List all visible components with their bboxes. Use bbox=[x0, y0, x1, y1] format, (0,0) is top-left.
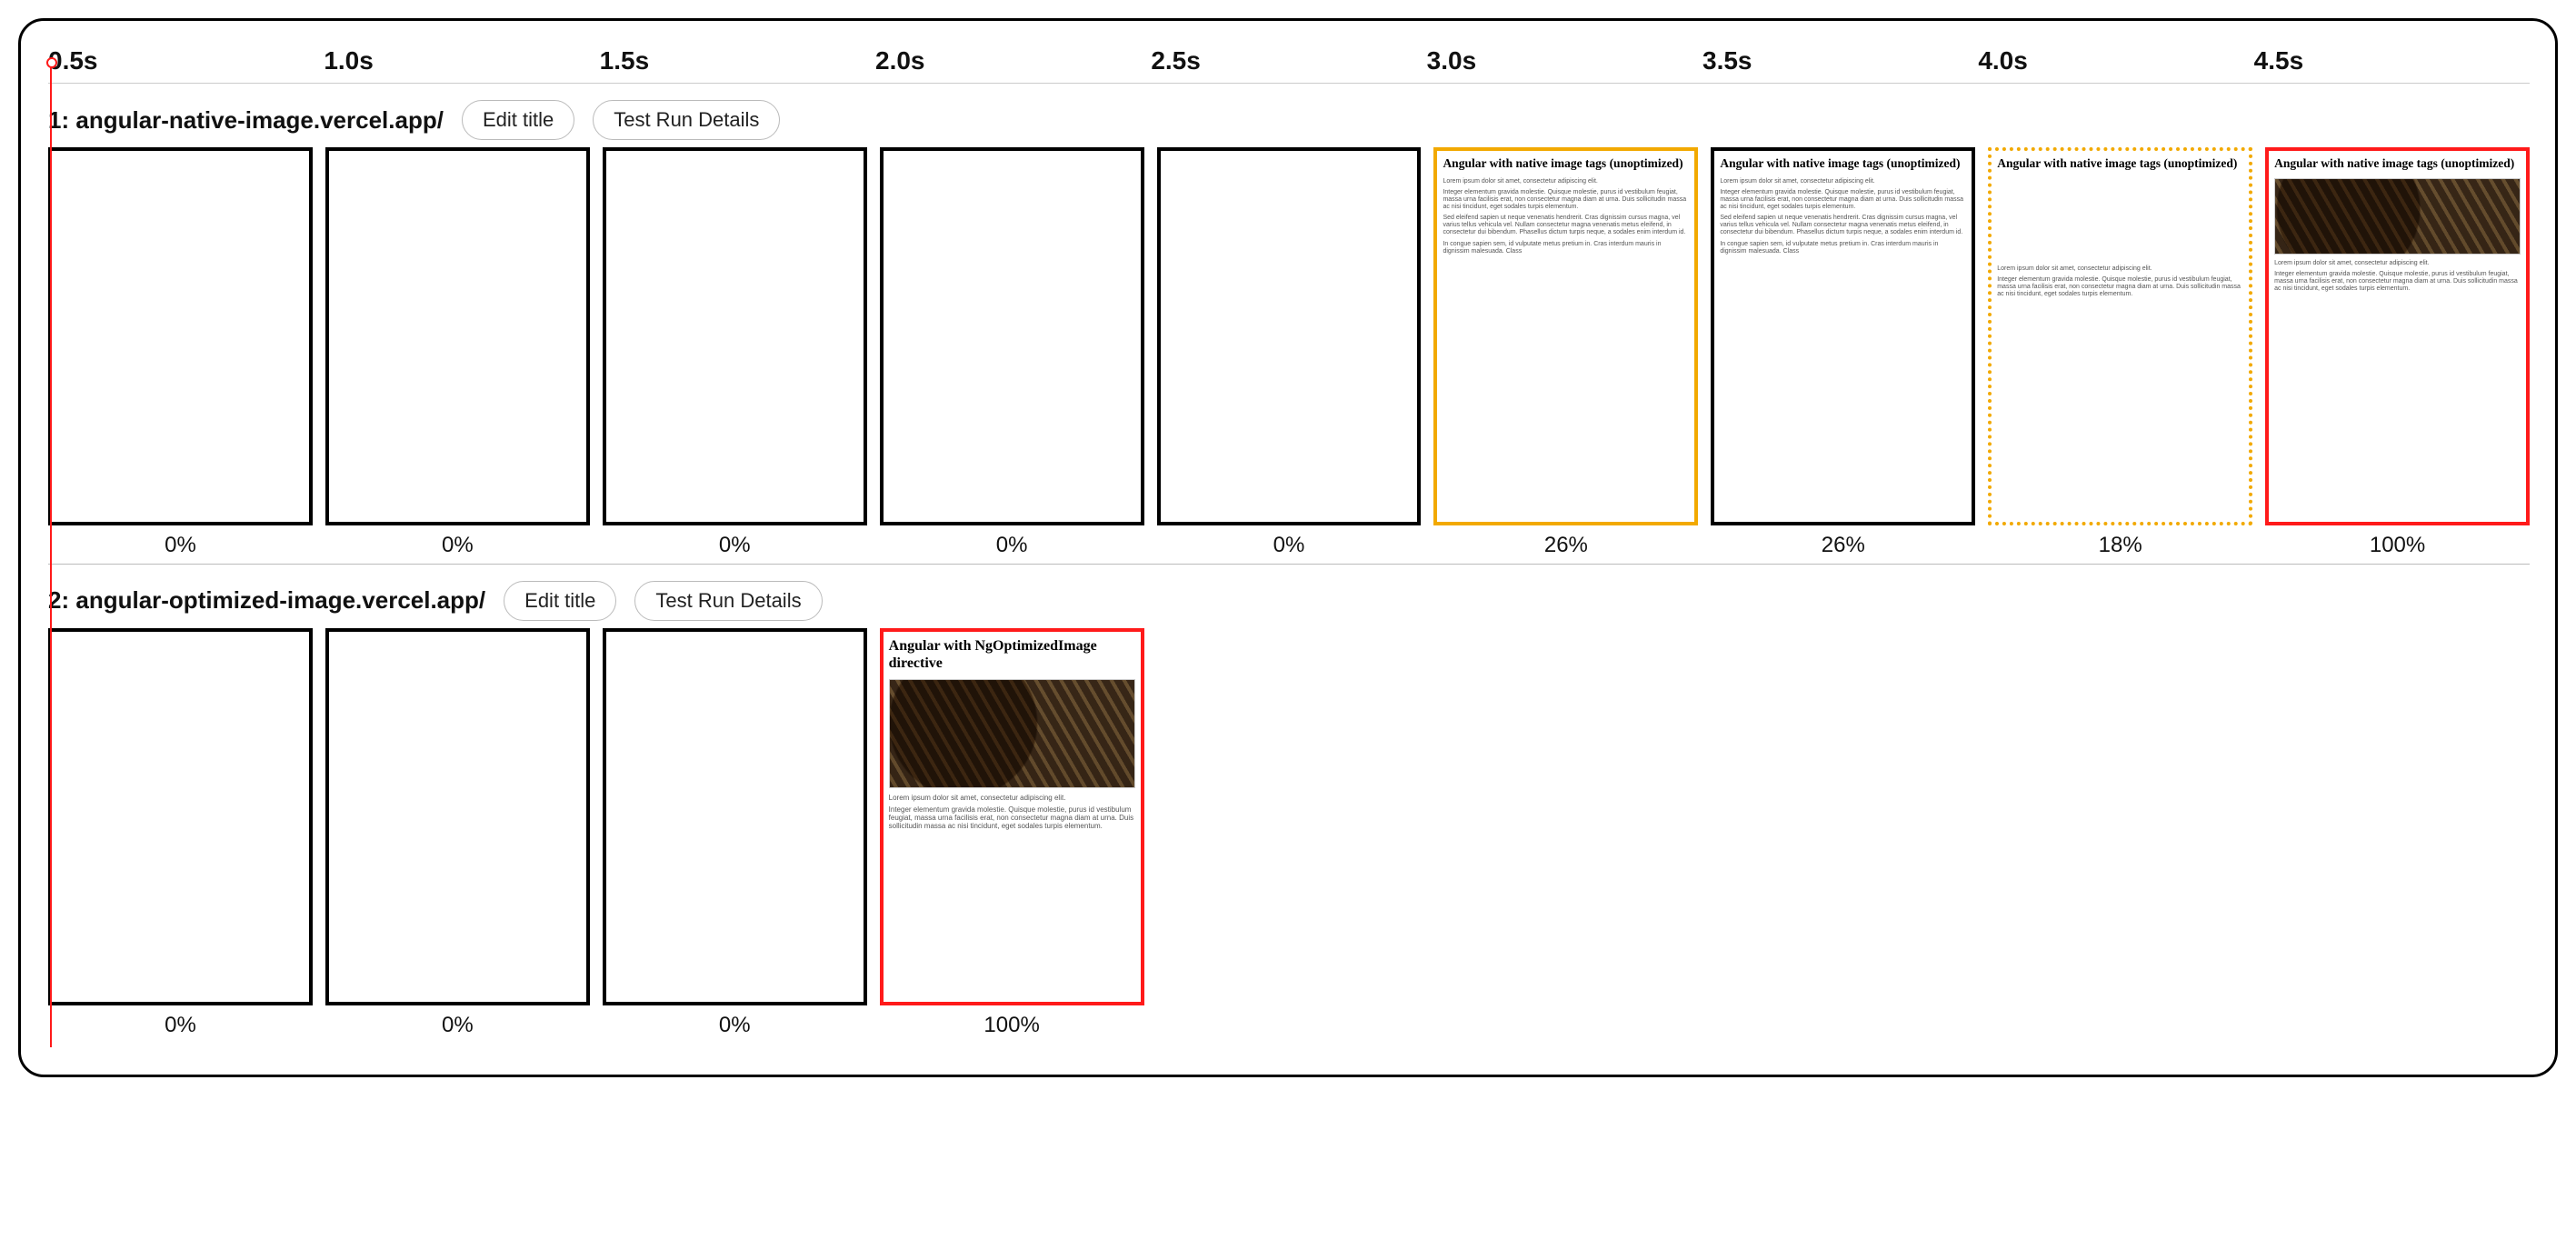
frame-thumbnail[interactable]: Angular with native image tags (unoptimi… bbox=[1988, 147, 2252, 525]
frames-row: 0% 0% 0% Angular with NgOptimizedImage d… bbox=[48, 628, 2530, 1039]
visual-progress: 26% bbox=[1822, 533, 1865, 558]
row-divider bbox=[48, 564, 2530, 565]
run-header: 2: angular-optimized-image.vercel.app/ E… bbox=[48, 581, 2530, 621]
playhead-line[interactable] bbox=[50, 63, 52, 1047]
timeline-tick: 2.0s bbox=[875, 46, 1151, 75]
run-url: angular-optimized-image.vercel.app/ bbox=[75, 586, 485, 614]
frame-cell: 0% bbox=[880, 147, 1144, 558]
visual-progress: 0% bbox=[719, 1013, 751, 1038]
visual-progress: 0% bbox=[1273, 533, 1305, 558]
frame-thumbnail[interactable] bbox=[1157, 147, 1422, 525]
timeline-tick: 2.5s bbox=[1151, 46, 1426, 75]
timeline-tick: 3.5s bbox=[1702, 46, 1978, 75]
frame-cell: Angular with native image tags (unoptimi… bbox=[1433, 147, 1698, 558]
timeline-tick: 3.0s bbox=[1427, 46, 1702, 75]
frame-thumbnail[interactable] bbox=[603, 628, 867, 1006]
frame-thumbnail[interactable]: Angular with native image tags (unoptimi… bbox=[1433, 147, 1698, 525]
frame-cell: 0% bbox=[48, 628, 313, 1039]
lorem-text: Integer elementum gravida molestie. Quis… bbox=[889, 805, 1135, 831]
playhead-handle[interactable] bbox=[46, 57, 57, 68]
run-block: 2: angular-optimized-image.vercel.app/ E… bbox=[48, 581, 2530, 1039]
lorem-text: Integer elementum gravida molestie. Quis… bbox=[1443, 189, 1689, 211]
timeline-tick: 1.5s bbox=[600, 46, 875, 75]
visual-progress: 0% bbox=[996, 533, 1028, 558]
cat-image bbox=[889, 679, 1135, 788]
lorem-text: Sed eleifend sapien ut neque venenatis h… bbox=[1720, 215, 1966, 236]
page-heading: Angular with native image tags (unoptimi… bbox=[1997, 156, 2243, 171]
frame-thumbnail[interactable]: Angular with native image tags (unoptimi… bbox=[2265, 147, 2530, 525]
lorem-text: Integer elementum gravida molestie. Quis… bbox=[2274, 271, 2521, 293]
frame-cell: 0% bbox=[325, 628, 590, 1039]
filmstrip-panel: 0.5s 1.0s 1.5s 2.0s 2.5s 3.0s 3.5s 4.0s … bbox=[18, 18, 2558, 1077]
run-title: 1: angular-native-image.vercel.app/ bbox=[48, 106, 444, 135]
run-header: 1: angular-native-image.vercel.app/ Edit… bbox=[48, 100, 2530, 140]
test-run-details-button[interactable]: Test Run Details bbox=[593, 100, 780, 140]
page-heading: Angular with native image tags (unoptimi… bbox=[2274, 156, 2521, 171]
visual-progress: 0% bbox=[442, 533, 474, 558]
frame-thumbnail[interactable] bbox=[880, 147, 1144, 525]
frame-cell: Angular with native image tags (unoptimi… bbox=[2265, 147, 2530, 558]
frame-cell: 0% bbox=[325, 147, 590, 558]
frame-cell: 0% bbox=[603, 147, 867, 558]
visual-progress: 0% bbox=[165, 533, 196, 558]
visual-progress: 18% bbox=[2099, 533, 2142, 558]
lorem-text: Lorem ipsum dolor sit amet, consectetur … bbox=[889, 794, 1135, 802]
lorem-text: In congue sapien sem, id vulputate metus… bbox=[1720, 241, 1966, 255]
lorem-text: Integer elementum gravida molestie. Quis… bbox=[1720, 189, 1966, 211]
frames-row: 0% 0% 0% 0% bbox=[48, 147, 2530, 558]
frame-cell: 0% bbox=[603, 628, 867, 1039]
visual-progress: 0% bbox=[442, 1013, 474, 1038]
lorem-text: Lorem ipsum dolor sit amet, consectetur … bbox=[2274, 260, 2521, 267]
lorem-text: In congue sapien sem, id vulputate metus… bbox=[1443, 241, 1689, 255]
lorem-text: Lorem ipsum dolor sit amet, consectetur … bbox=[1443, 178, 1689, 185]
frame-cell: Angular with native image tags (unoptimi… bbox=[1988, 147, 2252, 558]
timeline-tick: 4.5s bbox=[2254, 46, 2530, 75]
lorem-text: Integer elementum gravida molestie. Quis… bbox=[1997, 276, 2243, 298]
lorem-text: Lorem ipsum dolor sit amet, consectetur … bbox=[1997, 265, 2243, 273]
run-url: angular-native-image.vercel.app/ bbox=[75, 106, 444, 134]
run-title: 2: angular-optimized-image.vercel.app/ bbox=[48, 586, 485, 615]
frame-cell: 0% bbox=[48, 147, 313, 558]
page-heading: Angular with native image tags (unoptimi… bbox=[1720, 156, 1966, 171]
edit-title-button[interactable]: Edit title bbox=[504, 581, 616, 621]
page-heading: Angular with NgOptimizedImage directive bbox=[889, 637, 1135, 672]
page-heading: Angular with native image tags (unoptimi… bbox=[1443, 156, 1689, 171]
frame-thumbnail[interactable] bbox=[325, 147, 590, 525]
run-block: 1: angular-native-image.vercel.app/ Edit… bbox=[48, 100, 2530, 565]
cat-image bbox=[2274, 178, 2521, 255]
visual-progress: 100% bbox=[983, 1013, 1039, 1038]
frame-thumbnail[interactable] bbox=[48, 147, 313, 525]
edit-title-button[interactable]: Edit title bbox=[462, 100, 574, 140]
frame-thumbnail[interactable] bbox=[325, 628, 590, 1006]
visual-progress: 0% bbox=[719, 533, 751, 558]
timeline-tick: 1.0s bbox=[324, 46, 599, 75]
lorem-text: Lorem ipsum dolor sit amet, consectetur … bbox=[1720, 178, 1966, 185]
frame-cell: 0% bbox=[1157, 147, 1422, 558]
frame-cell: Angular with native image tags (unoptimi… bbox=[1711, 147, 1975, 558]
visual-progress: 26% bbox=[1544, 533, 1588, 558]
visual-progress: 0% bbox=[165, 1013, 196, 1038]
frame-thumbnail[interactable]: Angular with NgOptimizedImage directive … bbox=[880, 628, 1144, 1006]
timeline-ruler: 0.5s 1.0s 1.5s 2.0s 2.5s 3.0s 3.5s 4.0s … bbox=[48, 43, 2530, 84]
visual-progress: 100% bbox=[2370, 533, 2425, 558]
frame-thumbnail[interactable] bbox=[603, 147, 867, 525]
timeline-tick: 0.5s bbox=[48, 46, 324, 75]
frame-cell: Angular with NgOptimizedImage directive … bbox=[880, 628, 1144, 1039]
lorem-text: Sed eleifend sapien ut neque venenatis h… bbox=[1443, 215, 1689, 236]
test-run-details-button[interactable]: Test Run Details bbox=[634, 581, 822, 621]
frame-thumbnail[interactable] bbox=[48, 628, 313, 1006]
frame-thumbnail[interactable]: Angular with native image tags (unoptimi… bbox=[1711, 147, 1975, 525]
timeline-tick: 4.0s bbox=[1978, 46, 2253, 75]
